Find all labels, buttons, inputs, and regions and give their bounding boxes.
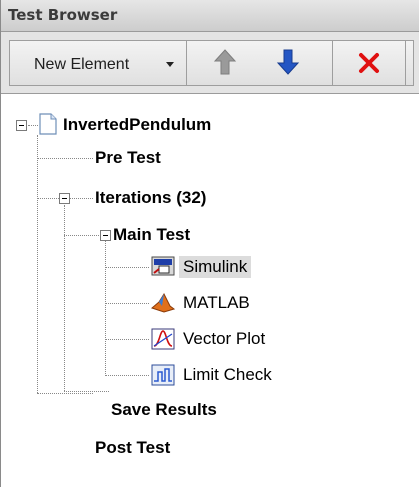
chevron-down-icon	[166, 62, 174, 67]
tree-node-save-results[interactable]: Save Results	[111, 400, 311, 424]
toolbar-separator	[186, 40, 187, 86]
tree-connector	[64, 391, 109, 393]
tree-node-pre-test[interactable]: Pre Test	[95, 148, 295, 172]
tree-node-label: InvertedPendulum	[63, 115, 212, 134]
tree-connector	[105, 303, 149, 305]
tree-node-label: Main Test	[113, 225, 191, 244]
move-up-button[interactable]	[200, 46, 250, 80]
toolbar-separator	[332, 40, 333, 86]
tree-node-iterations[interactable]: Iterations (32)	[59, 185, 319, 211]
tree-node-post-test[interactable]: Post Test	[95, 438, 295, 462]
tree-connector	[37, 135, 39, 393]
tree-node-label: Iterations (32)	[95, 188, 207, 207]
tree-connector	[28, 125, 38, 127]
tree-connector	[37, 158, 93, 160]
matlab-icon	[151, 292, 175, 313]
new-element-button[interactable]: New Element	[10, 41, 185, 85]
tree-node-main-test[interactable]: Main Test	[100, 222, 300, 248]
tree-node-label: Pre Test	[95, 148, 161, 167]
collapse-toggle[interactable]	[100, 230, 111, 241]
panel-title: Test Browser	[8, 6, 118, 24]
tree-node-simulink[interactable]: Simulink	[151, 255, 291, 281]
tree-node-label: Simulink	[179, 256, 252, 278]
test-tree: InvertedPendulum Pre Test Iterations (32…	[1, 95, 419, 487]
document-icon	[39, 113, 57, 135]
tree-connector	[64, 235, 99, 237]
panel-title-bar: Test Browser	[1, 0, 419, 32]
test-browser-panel: Test Browser New Element InvertedPendulu…	[0, 0, 419, 487]
collapse-toggle[interactable]	[59, 193, 70, 204]
tree-node-vector-plot[interactable]: Vector Plot	[151, 327, 311, 353]
tree-node-label: Vector Plot	[183, 329, 266, 348]
limit-check-icon	[151, 364, 175, 386]
toolbar-separator	[405, 40, 406, 86]
delete-x-icon	[359, 53, 379, 73]
tree-node-label: Post Test	[95, 438, 171, 457]
tree-connector	[37, 393, 93, 395]
tree-connector	[64, 205, 66, 391]
tree-connector	[105, 240, 107, 376]
tree-connector	[105, 339, 149, 341]
collapse-toggle[interactable]	[16, 120, 27, 131]
tree-connector	[105, 267, 149, 269]
tree-connector	[105, 375, 149, 377]
vector-plot-icon	[151, 328, 175, 350]
tree-node-limit-check[interactable]: Limit Check	[151, 363, 321, 389]
tree-node-label: Limit Check	[183, 365, 272, 384]
tree-node-label: Save Results	[111, 400, 217, 419]
tree-node-label: MATLAB	[183, 293, 250, 312]
up-arrow-icon	[213, 49, 237, 75]
move-down-button[interactable]	[263, 46, 313, 80]
simulink-icon	[151, 256, 175, 276]
new-element-label: New Element	[34, 56, 130, 73]
down-arrow-icon	[276, 49, 300, 75]
toolbar: New Element	[1, 32, 419, 94]
delete-button[interactable]	[343, 46, 395, 80]
tree-node-root[interactable]: InvertedPendulum	[16, 110, 316, 140]
tree-node-matlab[interactable]: MATLAB	[151, 291, 291, 317]
